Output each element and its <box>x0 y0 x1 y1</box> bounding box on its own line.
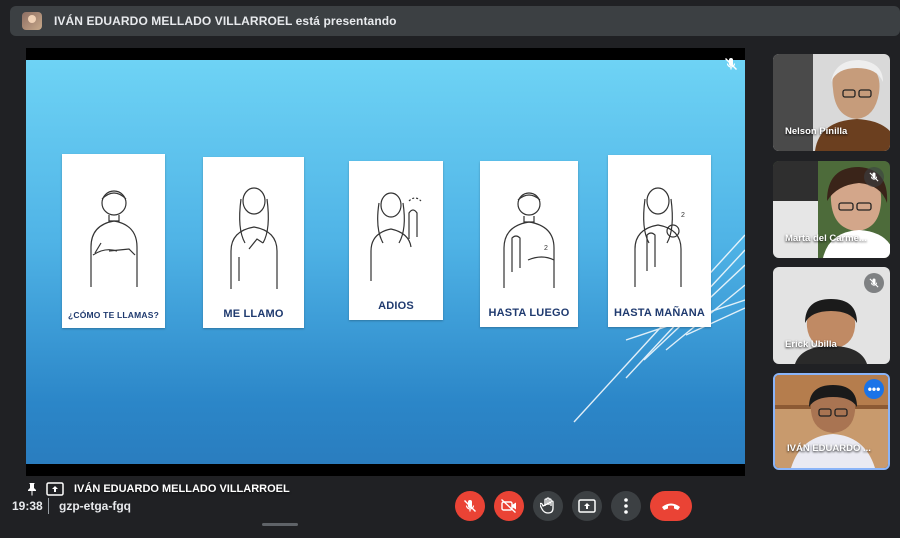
more-options-button[interactable] <box>611 491 641 521</box>
participant-name: IVÁN EDUARDO ... <box>787 443 871 454</box>
participant-name: Nelson Pinilla <box>785 126 848 137</box>
svg-text:2: 2 <box>681 212 685 219</box>
present-screen-icon <box>578 499 596 513</box>
sign-card-caption: HASTA MAÑANA <box>613 307 705 319</box>
mic-off-icon <box>869 172 879 182</box>
participant-name: Erick Ubilla <box>785 339 837 350</box>
participant-muted-badge <box>864 273 884 293</box>
participant-tile-self[interactable]: IVÁN EDUARDO ... ••• <box>773 373 890 470</box>
sign-illustration-icon <box>62 154 165 310</box>
more-vert-icon <box>624 498 628 514</box>
presenting-banner-text: IVÁN EDUARDO MELLADO VILLARROEL está pre… <box>54 14 397 28</box>
raise-hand-icon <box>540 497 554 514</box>
bottom-handle <box>262 523 298 526</box>
bottom-control-bar: 19:38 gzp-etga-fgq <box>0 486 900 526</box>
sign-card-adios: ADIOS <box>349 161 443 320</box>
mic-off-icon <box>464 500 476 512</box>
presentation-stage[interactable]: ¿CÓMO TE LLAMAS? ME LLAMO ADIOS 2 HASTA … <box>26 48 745 476</box>
presenting-banner: IVÁN EDUARDO MELLADO VILLARROEL está pre… <box>10 6 900 36</box>
meeting-time: 19:38 <box>12 499 43 513</box>
svg-text:2: 2 <box>544 245 548 252</box>
divider <box>48 498 49 514</box>
sign-card-caption: ME LLAMO <box>223 308 284 320</box>
sign-illustration-icon: 2 <box>608 155 711 307</box>
camera-off-icon <box>501 498 516 514</box>
meeting-code[interactable]: gzp-etga-fgq <box>59 499 131 513</box>
microphone-toggle-button[interactable] <box>455 491 485 521</box>
sign-card-caption: ADIOS <box>378 300 414 312</box>
sign-illustration-icon <box>349 161 443 300</box>
mic-off-icon <box>869 278 879 288</box>
sign-card-me-llamo: ME LLAMO <box>203 157 304 328</box>
participant-tile[interactable]: Erick Ubilla <box>773 267 890 364</box>
sign-illustration-icon <box>203 157 304 308</box>
sign-card-hasta-manana: 2 HASTA MAÑANA <box>608 155 711 327</box>
more-options-icon[interactable]: ••• <box>864 379 884 399</box>
sign-card-caption: HASTA LUEGO <box>488 307 570 319</box>
camera-toggle-button[interactable] <box>494 491 524 521</box>
participant-tile[interactable]: Nelson Pinilla <box>773 54 890 151</box>
sign-card-caption: ¿CÓMO TE LLAMAS? <box>67 310 160 320</box>
participant-muted-badge <box>864 167 884 187</box>
sign-card-hasta-luego: 2 HASTA LUEGO <box>480 161 578 327</box>
participant-name: Marta del Carme... <box>785 233 867 244</box>
presenter-mic-off-icon <box>725 58 737 70</box>
present-now-button[interactable] <box>572 491 602 521</box>
presentation-slide: ¿CÓMO TE LLAMAS? ME LLAMO ADIOS 2 HASTA … <box>26 60 745 464</box>
hang-up-icon <box>662 503 680 510</box>
leave-call-button[interactable] <box>650 491 692 521</box>
meet-window: IVÁN EDUARDO MELLADO VILLARROEL está pre… <box>0 0 900 538</box>
sign-illustration-icon: 2 <box>480 161 578 307</box>
raise-hand-button[interactable] <box>533 491 563 521</box>
sign-card-como-te-llamas: ¿CÓMO TE LLAMAS? <box>62 154 165 328</box>
presenter-avatar-icon <box>22 12 42 30</box>
participant-tile[interactable]: Marta del Carme... <box>773 161 890 258</box>
